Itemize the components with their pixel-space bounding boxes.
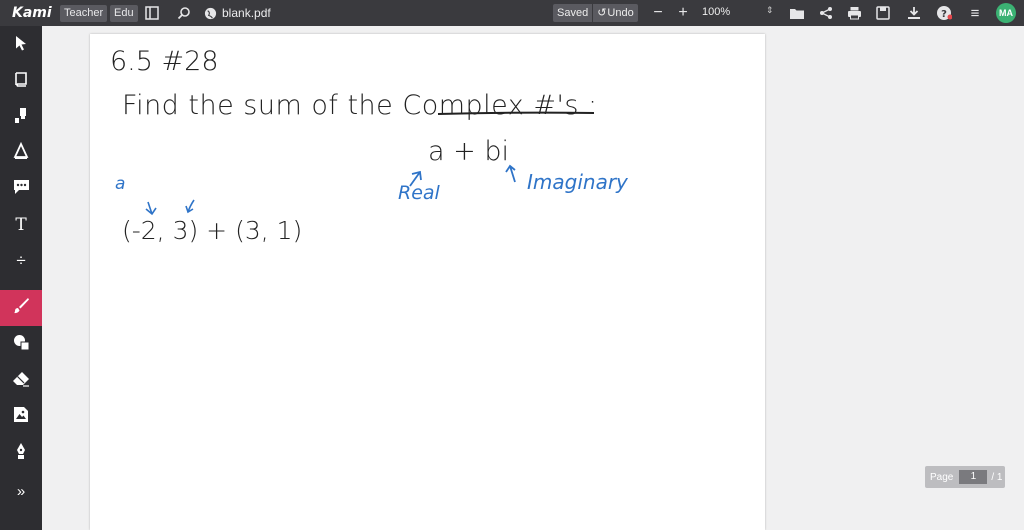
book-icon bbox=[13, 71, 29, 92]
shapes-tool[interactable] bbox=[0, 328, 42, 362]
page-indicator: Page 1 / 1 bbox=[925, 466, 1005, 488]
text-tool[interactable]: T bbox=[0, 208, 42, 242]
saved-status: Saved bbox=[557, 7, 589, 19]
zoom-level[interactable]: 100% bbox=[702, 6, 730, 18]
comment-icon bbox=[13, 179, 30, 200]
equation-tool[interactable]: ÷ bbox=[0, 244, 42, 278]
drawing-tool[interactable] bbox=[0, 290, 42, 326]
menu-icon[interactable]: ≡ bbox=[966, 4, 984, 22]
comment-tool[interactable] bbox=[0, 172, 42, 206]
print-icon[interactable] bbox=[845, 4, 863, 22]
equation-icon: ÷ bbox=[16, 251, 26, 270]
eraser-icon bbox=[12, 371, 30, 392]
cursor-icon bbox=[14, 35, 28, 56]
page-number-input[interactable]: 1 bbox=[959, 470, 988, 484]
document-page[interactable]: 6.5 #28 Find the sum of the Complex #'s … bbox=[90, 34, 765, 530]
select-tool[interactable] bbox=[0, 28, 42, 62]
sidebar-toggle-icon[interactable] bbox=[143, 4, 161, 22]
sum-expression: (-2, 3) + (3, 1) bbox=[122, 216, 303, 245]
expand-sidebar-button[interactable]: » bbox=[0, 474, 42, 508]
search-icon[interactable] bbox=[175, 4, 193, 22]
document-filename[interactable]: blank.pdf bbox=[222, 6, 271, 20]
teacher-badge: Teacher bbox=[60, 5, 108, 22]
text-icon: T bbox=[15, 215, 27, 235]
user-avatar[interactable]: MA bbox=[996, 3, 1016, 23]
save-disk-icon[interactable] bbox=[874, 4, 892, 22]
signature-tool[interactable] bbox=[0, 436, 42, 470]
top-toolbar: Kami Teacher Edu blank.pdf Saved ↺Undo −… bbox=[0, 0, 1024, 26]
markup-icon bbox=[13, 141, 29, 165]
eraser-tool[interactable] bbox=[0, 364, 42, 398]
dictionary-tool[interactable] bbox=[0, 64, 42, 98]
save-undo-group: Saved ↺Undo bbox=[553, 4, 638, 22]
zoom-in-button[interactable]: + bbox=[674, 4, 692, 22]
help-icon[interactable]: ? bbox=[935, 4, 953, 22]
highlighter-tool[interactable] bbox=[0, 100, 42, 134]
zoom-dropdown-icon[interactable]: ⇕ bbox=[766, 5, 774, 16]
markup-tool[interactable] bbox=[0, 136, 42, 170]
kami-logo: Kami bbox=[12, 5, 52, 21]
svg-text:?: ? bbox=[941, 9, 947, 20]
image-icon bbox=[13, 406, 29, 428]
undo-button[interactable]: ↺Undo bbox=[593, 4, 638, 22]
edu-badge: Edu bbox=[110, 5, 138, 22]
expand-icon: » bbox=[16, 482, 26, 500]
signature-icon bbox=[15, 442, 27, 465]
zoom-out-button[interactable]: − bbox=[649, 4, 667, 22]
annotation-arrows bbox=[145, 164, 516, 216]
shapes-icon bbox=[13, 334, 30, 356]
brush-icon bbox=[13, 297, 30, 319]
folder-icon[interactable] bbox=[788, 4, 806, 22]
image-tool[interactable] bbox=[0, 400, 42, 434]
highlighter-icon bbox=[13, 106, 29, 129]
globe-icon bbox=[201, 4, 219, 22]
tool-sidebar: T ÷ » bbox=[0, 26, 42, 530]
page-label: Page bbox=[930, 471, 954, 483]
share-icon[interactable] bbox=[817, 4, 835, 22]
download-icon[interactable] bbox=[905, 4, 923, 22]
page-total: / 1 bbox=[991, 471, 1003, 483]
